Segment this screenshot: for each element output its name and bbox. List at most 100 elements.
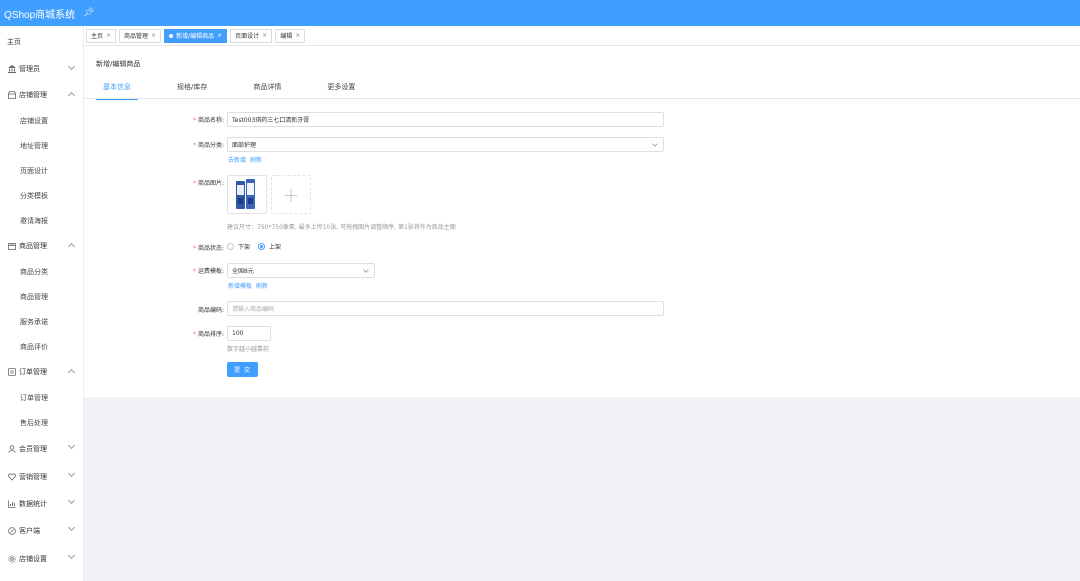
status-radio-offshelf[interactable]: 下架 xyxy=(227,242,250,251)
select-value: 面部护理 xyxy=(232,142,257,149)
chevron-up-icon xyxy=(67,91,76,100)
sidebar-item-home[interactable]: 主页 xyxy=(0,28,83,56)
sidebar-item-label: 店铺管理 xyxy=(19,91,47,99)
sidebar-item-address[interactable]: 地址管理 xyxy=(0,133,83,158)
sidebar-item-label: 商品分类 xyxy=(20,267,48,276)
radio-label: 上架 xyxy=(269,244,282,251)
sidebar-group-members[interactable]: 会员管理 xyxy=(0,435,83,463)
chevron-up-icon xyxy=(67,368,76,377)
pin-icon[interactable]: 📌︎ xyxy=(83,8,94,18)
sidebar-item-invite-poster[interactable]: 邀请海报 xyxy=(0,208,83,233)
tab-label: 商品管理 xyxy=(124,33,149,40)
tab-label: 新增/编辑商品 xyxy=(176,33,215,40)
close-icon[interactable]: × xyxy=(262,32,267,39)
heart-icon xyxy=(7,472,16,481)
sidebar-item-category-template[interactable]: 分类模板 xyxy=(0,183,83,208)
goods-image-thumbnail[interactable] xyxy=(227,175,267,214)
sidebar: 主页 管理员 店铺管理 店铺设置 地址管理 页面设计 分类模板 邀请海报 商品管… xyxy=(0,26,84,581)
tab-page-design[interactable]: 页面设计 × xyxy=(230,28,273,43)
sidebar-item-label: 主页 xyxy=(7,38,21,46)
sidebar-item-label: 店铺设置 xyxy=(20,116,48,125)
tab-home[interactable]: 主页 × xyxy=(86,28,117,43)
sidebar-item-label: 商品评价 xyxy=(20,342,48,351)
goods-category-select[interactable]: 面部护理 xyxy=(227,137,664,152)
close-icon[interactable]: × xyxy=(217,32,222,39)
sidebar-group-marketing[interactable]: 营销管理 xyxy=(0,463,83,490)
chevron-up-icon xyxy=(67,242,76,251)
main-panel: 新增/编辑商品 基本信息 规格/库存 商品详情 更多设置 * 商品名称: Test… xyxy=(84,46,1080,397)
subtab-basic-info[interactable]: 基本信息 xyxy=(96,80,138,100)
sidebar-item-label: 商品管理 xyxy=(20,292,48,301)
sidebar-group-client[interactable]: 客户端 xyxy=(0,517,83,545)
sidebar-group-shop-settings[interactable]: 店铺设置 xyxy=(0,545,83,573)
goods-category-label: * 商品分类: xyxy=(192,142,224,149)
subtab-more-settings[interactable]: 更多设置 xyxy=(320,80,362,100)
toothpaste-product-image xyxy=(236,179,255,209)
goods-code-input[interactable]: 请输入商品编码 xyxy=(227,301,664,316)
close-icon[interactable]: × xyxy=(295,32,300,39)
freight-template-select[interactable]: 全国8元 xyxy=(227,263,375,278)
goods-sort-input[interactable]: 100 xyxy=(227,326,271,341)
label-text: 商品分类: xyxy=(197,142,224,149)
sidebar-item-label: 地址管理 xyxy=(20,141,48,150)
label-text: 商品名称: xyxy=(197,117,224,124)
add-image-button[interactable]: + xyxy=(271,175,311,214)
sidebar-item-goods-review[interactable]: 商品评价 xyxy=(0,334,83,359)
close-icon[interactable]: × xyxy=(151,32,156,39)
submit-button[interactable]: 提 交 xyxy=(227,362,258,377)
sidebar-group-admin[interactable]: 管理员 xyxy=(0,56,83,82)
select-value: 全国8元 xyxy=(232,268,254,275)
chevron-down-icon xyxy=(67,551,76,560)
freight-template-label: * 运费模板: xyxy=(192,268,224,275)
label-text: 商品排序: xyxy=(197,331,224,338)
sidebar-item-goods-category[interactable]: 商品分类 xyxy=(0,259,83,284)
tab-goods-manage[interactable]: 商品管理 × xyxy=(119,28,162,43)
sidebar-group-store[interactable]: 店铺管理 xyxy=(0,82,83,108)
chart-icon xyxy=(7,499,16,508)
goods-name-label: * 商品名称: xyxy=(192,117,224,124)
sidebar-item-label: 订单管理 xyxy=(20,393,48,402)
gear-icon xyxy=(7,555,16,564)
chevron-down-icon xyxy=(67,62,76,71)
sidebar-item-page-design[interactable]: 页面设计 xyxy=(0,158,83,183)
goods-code-label: 商品编码: xyxy=(164,305,224,314)
tab-edit[interactable]: 编辑 × xyxy=(275,28,306,43)
goods-sort-label: * 商品排序: xyxy=(192,331,224,338)
label-text: 运费模板: xyxy=(197,268,224,275)
subtab-goods-detail[interactable]: 商品详情 xyxy=(246,80,288,100)
sidebar-item-service-promise[interactable]: 服务承诺 xyxy=(0,309,83,334)
add-category-link[interactable]: 去新增 xyxy=(228,157,246,164)
form-subtabs: 基本信息 规格/库存 商品详情 更多设置 xyxy=(96,80,394,100)
sidebar-item-label: 服务承诺 xyxy=(20,317,48,326)
sort-hint: 数字越小越靠前 xyxy=(227,346,270,353)
sidebar-item-after-sales[interactable]: 售后处理 xyxy=(0,410,83,435)
sidebar-item-label: 订单管理 xyxy=(19,368,47,376)
tab-label: 页面设计 xyxy=(235,33,260,40)
sidebar-item-goods-manage[interactable]: 商品管理 xyxy=(0,284,83,309)
user-icon xyxy=(7,445,16,454)
sidebar-group-statistics[interactable]: 数据统计 xyxy=(0,490,83,517)
image-size-hint: 建议尺寸：750*750像素, 最多上传10张, 可拖拽图片调整顺序, 第1张将… xyxy=(227,224,456,231)
subtab-spec-stock[interactable]: 规格/库存 xyxy=(170,80,214,100)
refresh-template-link[interactable]: 刷新 xyxy=(256,283,268,290)
sidebar-item-label: 营销管理 xyxy=(19,472,47,481)
tab-edit-goods[interactable]: 新增/编辑商品 × xyxy=(164,28,228,43)
tab-label: 主页 xyxy=(91,33,104,40)
status-radio-onshelf[interactable]: 上架 xyxy=(258,242,281,251)
close-icon[interactable]: × xyxy=(106,32,111,39)
sidebar-group-orders[interactable]: 订单管理 xyxy=(0,359,83,385)
add-template-link[interactable]: 新增模板 xyxy=(228,283,252,290)
sidebar-item-label: 售后处理 xyxy=(20,418,48,427)
sidebar-item-order-manage[interactable]: 订单管理 xyxy=(0,385,83,410)
goods-name-input[interactable]: Test003琪药三七口清新牙膏 xyxy=(227,112,664,127)
sidebar-item-label: 管理员 xyxy=(19,65,40,73)
sidebar-item-label: 会员管理 xyxy=(19,445,47,453)
chevron-down-icon xyxy=(67,469,76,478)
sidebar-item-label: 页面设计 xyxy=(20,166,48,175)
page-title: 新增/编辑商品 xyxy=(96,60,141,68)
active-dot-icon xyxy=(169,33,174,38)
subtab-divider xyxy=(84,98,1080,99)
sidebar-group-goods[interactable]: 商品管理 xyxy=(0,233,83,259)
refresh-category-link[interactable]: 刷新 xyxy=(250,157,262,164)
sidebar-item-store-settings[interactable]: 店铺设置 xyxy=(0,108,83,133)
